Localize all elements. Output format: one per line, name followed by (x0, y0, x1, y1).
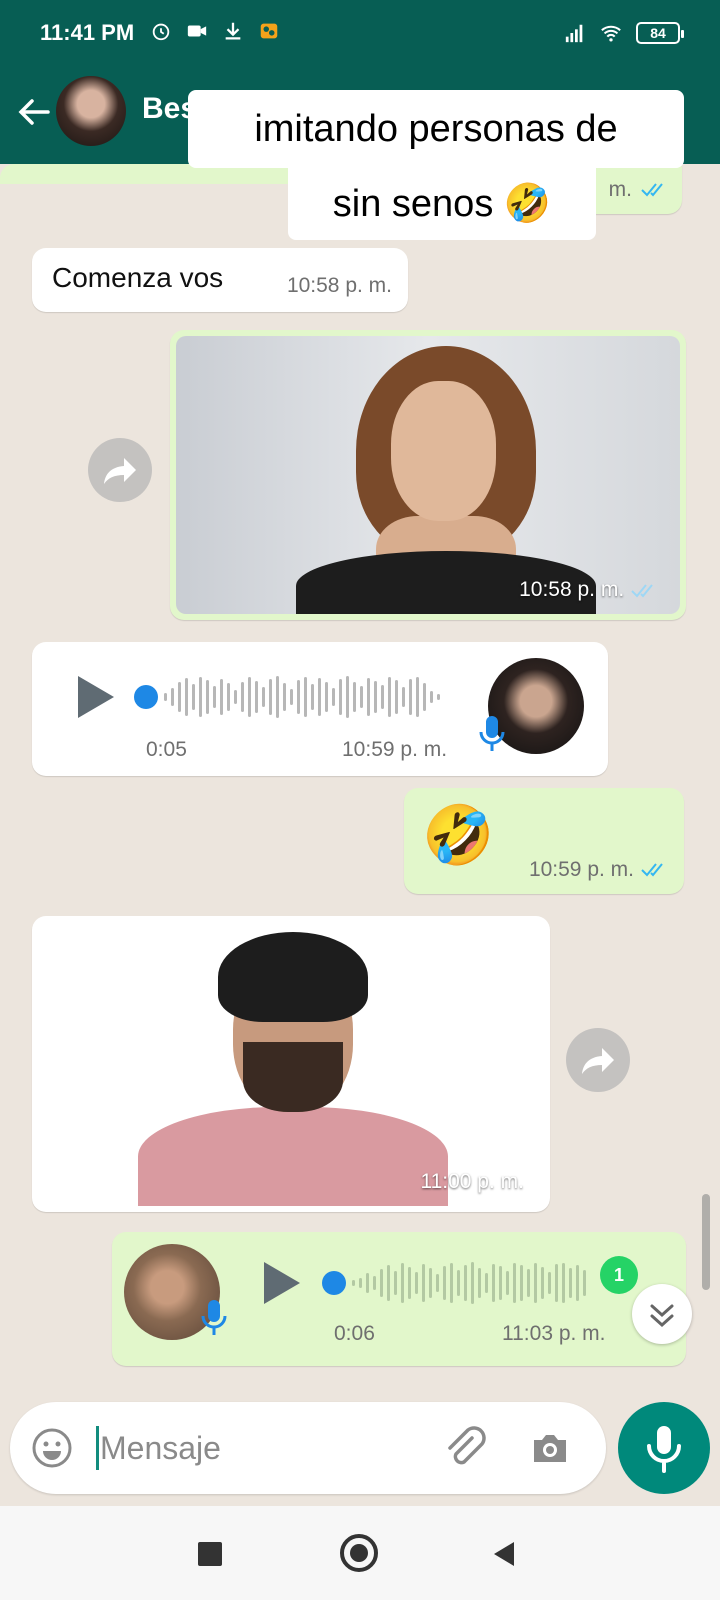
text-cursor (96, 1426, 99, 1470)
message-time: 11:03 p. m. (502, 1322, 606, 1345)
chat-scrollbar[interactable] (702, 1194, 710, 1290)
double-chevron-down-icon (650, 1304, 674, 1328)
status-bar: 11:41 PM 84 (0, 0, 720, 70)
forward-icon (104, 458, 136, 484)
play-icon[interactable] (74, 672, 118, 722)
back-arrow-icon[interactable] (14, 92, 54, 132)
message-input-box[interactable]: Mensaje (10, 1402, 606, 1494)
man-portrait-photo[interactable]: 11:00 p. m. (38, 922, 544, 1206)
message-input-placeholder[interactable]: Mensaje (100, 1430, 221, 1467)
voice-record-button[interactable] (618, 1402, 710, 1494)
status-notification-icons (150, 20, 280, 42)
voice-waveform[interactable] (164, 672, 440, 722)
back-button[interactable] (494, 1542, 514, 1566)
read-ticks-icon (641, 183, 663, 197)
status-system-icons: 84 (564, 22, 684, 44)
caption-line-1: imitando personas de (188, 90, 684, 168)
message-time: m. (608, 178, 632, 201)
attach-clip-icon[interactable] (442, 1424, 486, 1472)
message-time: 10:58 p. m. (519, 578, 660, 602)
read-ticks-icon (641, 863, 663, 877)
voice-progress-dot[interactable] (134, 685, 158, 709)
voice-duration: 0:06 (334, 1322, 375, 1345)
voice-duration: 0:05 (146, 738, 187, 761)
alarm-icon (152, 23, 170, 41)
message-time: 10:59 p. m. (342, 738, 448, 761)
read-ticks-icon (631, 584, 653, 598)
emoji-icon[interactable] (30, 1426, 74, 1470)
message-bubble-emoji[interactable]: 🤣 10:59 p. m. (404, 788, 684, 894)
message-bubble-voice[interactable]: 0:05 10:59 p. m. (32, 642, 608, 776)
microphone-icon (201, 1300, 227, 1335)
play-icon[interactable] (260, 1258, 304, 1308)
emoji-laughing: 🤣 (422, 803, 495, 868)
message-bubble-voice[interactable]: 1 0:06 11:03 p. m. (112, 1232, 686, 1366)
forward-button[interactable] (88, 438, 152, 502)
microphone-icon (647, 1426, 681, 1473)
forward-icon (582, 1048, 614, 1074)
message-bubble-image[interactable]: 11:00 p. m. (32, 916, 550, 1212)
camera-icon[interactable] (528, 1426, 572, 1470)
message-text: Comenza vos (52, 262, 224, 293)
chat-area[interactable]: m. Comenza vos 10:58 p. m. 10:58 p. m. 0… (0, 154, 720, 1390)
scroll-to-bottom-button[interactable] (632, 1284, 692, 1344)
download-icon (225, 22, 241, 40)
voice-waveform[interactable] (352, 1258, 586, 1308)
wifi-icon (601, 25, 621, 42)
message-time: 10:58 p. m. (286, 274, 392, 297)
battery-indicator: 84 (636, 22, 684, 44)
signal-icon (565, 24, 583, 43)
message-bubble-image[interactable]: 10:58 p. m. (170, 330, 686, 620)
microphone-icon (479, 716, 505, 751)
status-time: 11:41 PM (40, 20, 135, 45)
message-time: 11:00 p. m. (420, 1170, 524, 1193)
voice-progress-dot[interactable] (322, 1271, 346, 1295)
app-notification-icon (260, 23, 278, 39)
recent-apps-button[interactable] (198, 1542, 222, 1566)
contact-avatar[interactable] (56, 76, 126, 146)
forward-button[interactable] (566, 1028, 630, 1092)
message-bubble-text[interactable]: Comenza vos 10:58 p. m. (32, 248, 408, 312)
message-time: 10:59 p. m. (528, 858, 634, 881)
home-button[interactable] (340, 1534, 378, 1572)
system-navigation-bar (0, 1506, 720, 1600)
video-camera-icon (187, 25, 207, 37)
caption-line-2: sin senos 🤣 (288, 168, 596, 240)
woman-portrait-photo[interactable]: 10:58 p. m. (176, 336, 680, 614)
